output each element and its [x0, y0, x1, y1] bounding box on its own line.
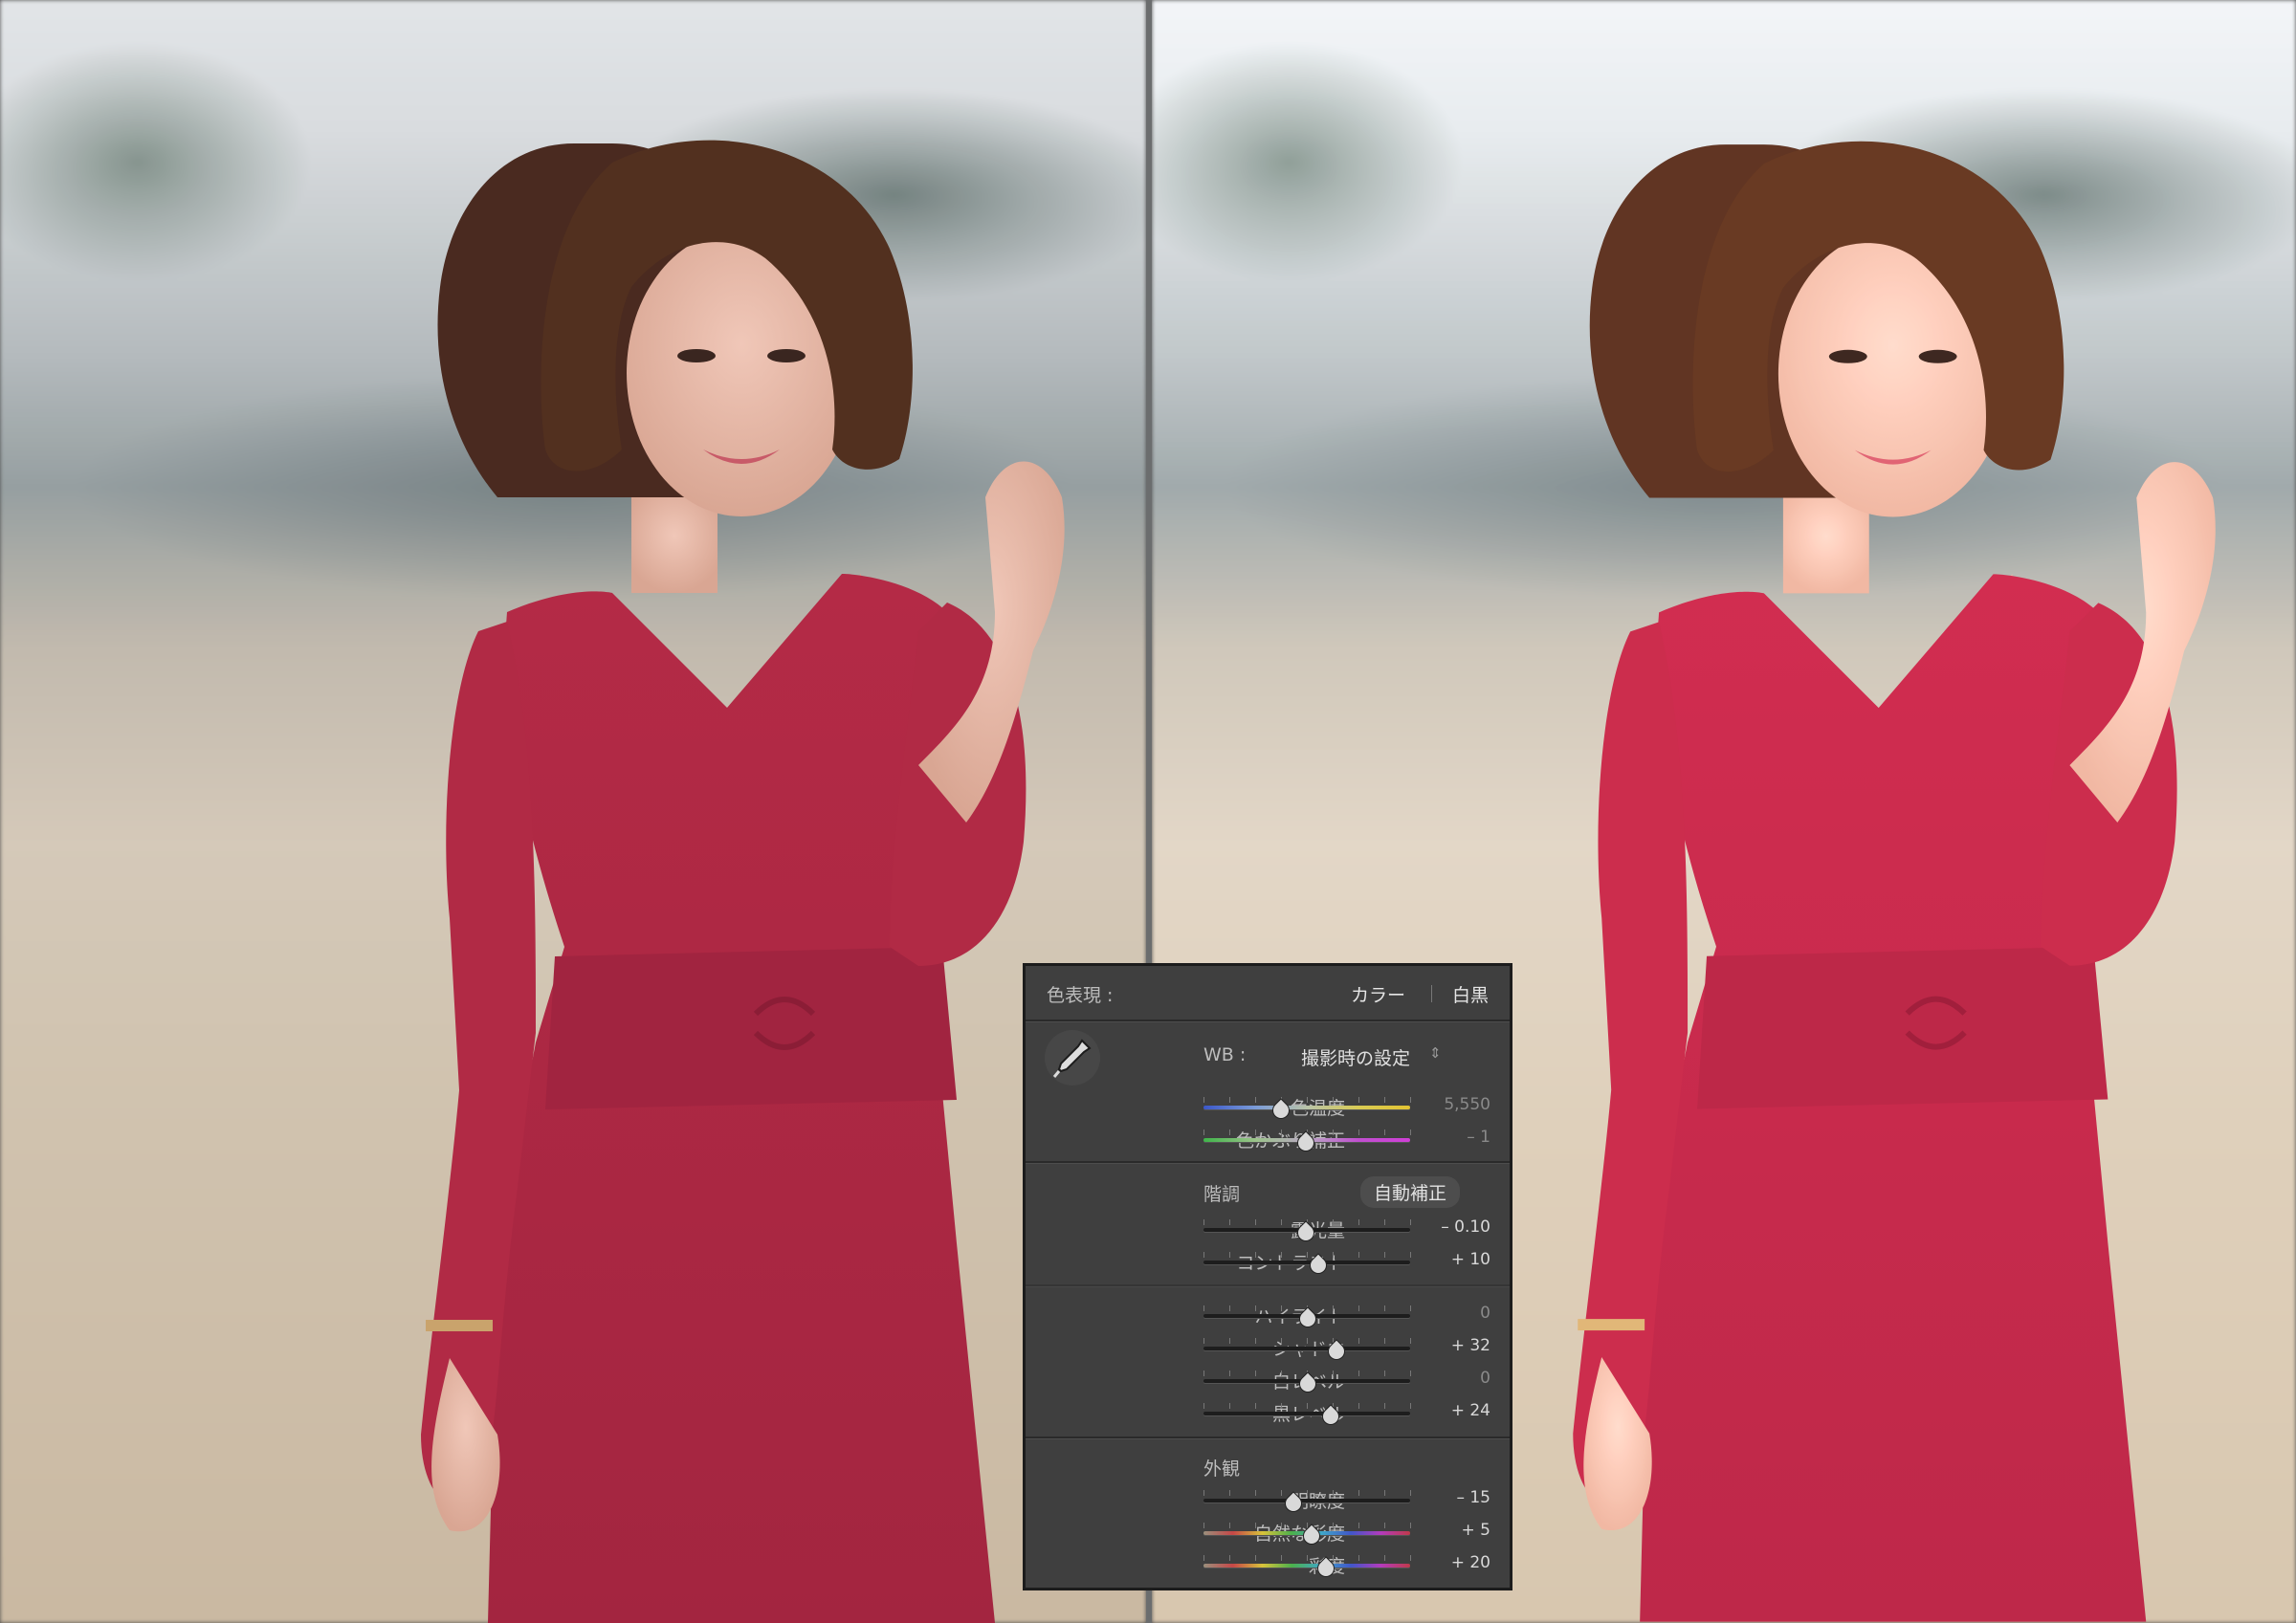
section-divider: [1026, 1284, 1510, 1287]
slider-ticks: [1203, 1490, 1411, 1498]
slider-value[interactable]: – 1: [1467, 1128, 1490, 1147]
treatment-color-button[interactable]: カラー: [1351, 981, 1405, 1007]
treatment-label: 色表現 :: [1047, 985, 1114, 1006]
auto-tone-button[interactable]: 自動補正: [1360, 1176, 1461, 1208]
section-divider: [1026, 1020, 1510, 1022]
slider-ticks: [1203, 1252, 1411, 1260]
slider-ticks: [1203, 1403, 1411, 1411]
slider-value[interactable]: + 5: [1462, 1521, 1490, 1540]
slider-value[interactable]: – 15: [1456, 1488, 1490, 1507]
slider-value[interactable]: 5,550: [1444, 1095, 1490, 1114]
slider-value[interactable]: – 0.10: [1441, 1217, 1490, 1237]
updown-arrows-icon[interactable]: ⇕: [1429, 1044, 1442, 1062]
presence-label: 外観: [1203, 1459, 1241, 1480]
slider-track[interactable]: [1203, 1106, 1410, 1109]
slider-value[interactable]: + 32: [1451, 1336, 1490, 1355]
basic-develop-panel: 色表現 : カラー 白黒 WB : 撮影時の設定 ⇕ 色温度5,550色かぶり補…: [1023, 963, 1512, 1590]
eyedropper-icon[interactable]: [1044, 1029, 1101, 1086]
portrait-subject: [0, 0, 1146, 1623]
section-divider: [1026, 1437, 1510, 1439]
slider-ticks: [1203, 1338, 1411, 1346]
wb-preset-dropdown[interactable]: 撮影時の設定: [1301, 1044, 1410, 1070]
treatment-separator: [1431, 985, 1432, 1002]
wb-label: WB :: [1203, 1044, 1247, 1065]
slider-ticks: [1203, 1555, 1411, 1563]
slider-value[interactable]: 0: [1480, 1304, 1490, 1323]
tone-label: 階調: [1203, 1184, 1241, 1205]
slider-track[interactable]: [1203, 1347, 1410, 1350]
slider-track[interactable]: [1203, 1499, 1410, 1502]
slider-value[interactable]: + 10: [1451, 1250, 1490, 1269]
section-divider: [1026, 1161, 1510, 1164]
slider-value[interactable]: + 24: [1451, 1401, 1490, 1420]
treatment-row: 色表現 : カラー 白黒: [1026, 966, 1510, 1021]
before-photo: [0, 0, 1146, 1623]
treatment-bw-button[interactable]: 白黒: [1452, 981, 1489, 1007]
slider-value[interactable]: + 20: [1451, 1553, 1490, 1572]
slider-ticks: [1203, 1097, 1411, 1105]
slider-track[interactable]: [1203, 1412, 1410, 1415]
slider-value[interactable]: 0: [1480, 1369, 1490, 1388]
slider-track[interactable]: [1203, 1564, 1410, 1568]
slider-track[interactable]: [1203, 1261, 1410, 1264]
